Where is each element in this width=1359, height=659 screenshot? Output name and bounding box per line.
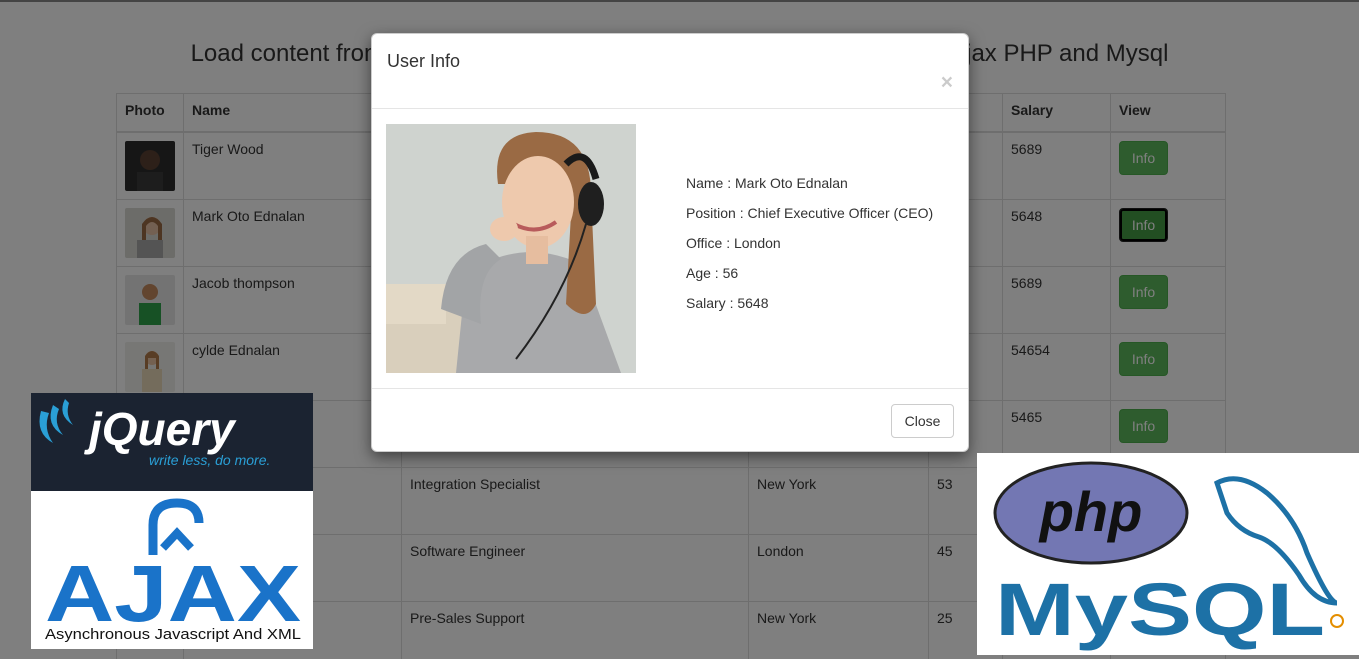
user-photo <box>386 124 636 373</box>
user-info-modal: User Info × Name : Mark Oto Ednalan Posi… <box>371 33 969 452</box>
close-button[interactable]: Close <box>891 404 954 438</box>
ajax-wordmark: AJAX <box>45 549 301 638</box>
detail-name: Name : Mark Oto Ednalan <box>686 175 848 191</box>
modal-title: User Info <box>387 51 461 71</box>
php-wordmark: php <box>1038 480 1143 543</box>
jquery-tagline: write less, do more. <box>149 452 270 468</box>
jquery-wordmark: jQuery <box>84 403 237 455</box>
user-details: Name : Mark Oto Ednalan Position : Chief… <box>686 175 933 325</box>
ajax-tagline: Asynchronous Javascript And XML <box>45 626 301 643</box>
detail-position: Position : Chief Executive Officer (CEO) <box>686 205 934 221</box>
modal-footer: Close <box>372 389 968 451</box>
modal-header: User Info × <box>372 34 968 109</box>
mysql-wordmark: MySQL <box>995 568 1325 651</box>
detail-office: Office : London <box>686 235 781 251</box>
php-mysql-logo: php MySQL <box>977 453 1359 655</box>
close-icon[interactable]: × <box>941 72 953 93</box>
detail-age: Age : 56 <box>686 265 739 281</box>
detail-salary: Salary : 5648 <box>686 295 769 311</box>
modal-body: Name : Mark Oto Ednalan Position : Chief… <box>372 109 968 389</box>
jquery-ajax-logo: jQuery write less, do more. AJAX Asynchr… <box>31 393 313 649</box>
